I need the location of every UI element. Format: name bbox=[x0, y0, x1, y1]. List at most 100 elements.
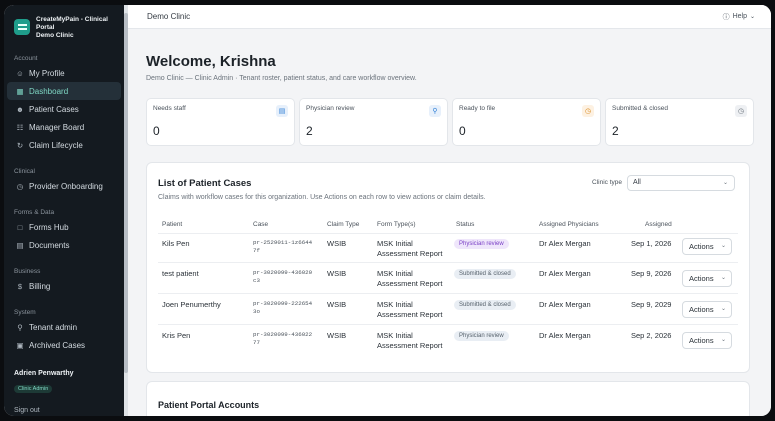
patient-name[interactable]: test patient bbox=[162, 269, 199, 279]
select-value: All bbox=[633, 179, 641, 186]
sidebar-item-label: Patient Cases bbox=[29, 104, 79, 114]
section-system: System bbox=[14, 309, 36, 316]
assigned-physician: Dr Alex Mergan bbox=[539, 239, 591, 248]
table-row[interactable]: Kils Pen pr-2529011-1z6644 7f WSIB MSK I… bbox=[158, 233, 738, 263]
sign-out-link[interactable]: Sign out bbox=[14, 407, 40, 414]
stat-label: Ready to file bbox=[459, 105, 496, 112]
column-header[interactable]: Case bbox=[253, 221, 268, 228]
section-business: Business bbox=[14, 268, 41, 275]
board-icon: ☷ bbox=[16, 122, 24, 132]
stat-card-submitted-closed[interactable]: Submitted & closed 2 ◷ bbox=[605, 98, 754, 146]
stat-label: Submitted & closed bbox=[612, 105, 669, 112]
clock-icon: ◷ bbox=[16, 181, 24, 191]
users-icon: ☻ bbox=[16, 104, 24, 114]
section-clinical: Clinical bbox=[14, 168, 35, 175]
assigned-physician: Dr Alex Mergan bbox=[539, 269, 591, 278]
form-type-line2: Assessment Report bbox=[377, 249, 443, 258]
column-header[interactable]: Claim Type bbox=[327, 221, 359, 228]
help-button[interactable]: ⓘ Help ⌄ bbox=[723, 12, 755, 22]
case-id-suffix: 77 bbox=[253, 339, 260, 346]
sidebar-item-label: Billing bbox=[29, 281, 51, 291]
table-row[interactable]: Kris Pen pr-3020099-436022 77 WSIB MSK I… bbox=[158, 326, 738, 356]
actions-label: Actions bbox=[689, 305, 714, 314]
archive-icon: ▣ bbox=[16, 340, 24, 350]
sidebar-item-billing[interactable]: $ Billing bbox=[7, 277, 121, 295]
patient-name[interactable]: Kils Pen bbox=[162, 239, 190, 249]
sidebar-item-label: Archived Cases bbox=[29, 340, 86, 350]
actions-button[interactable]: Actions ⌄ bbox=[682, 301, 732, 318]
chevron-down-icon: ⌄ bbox=[749, 14, 755, 20]
case-id-suffix: 3o bbox=[253, 308, 260, 315]
topbar: Demo Clinic ⓘ Help ⌄ bbox=[128, 5, 771, 29]
sidebar-item-documents[interactable]: ▤ Documents bbox=[7, 236, 121, 254]
form-type-line2: Assessment Report bbox=[377, 341, 443, 350]
filter-label: Clinic type bbox=[592, 179, 622, 186]
app-logo-icon bbox=[14, 19, 30, 35]
help-label: Help bbox=[732, 13, 747, 20]
user-name: Adrien Penwarthy bbox=[14, 370, 74, 377]
stat-card-ready-to-file[interactable]: Ready to file 0 ◷ bbox=[452, 98, 601, 146]
form-type: MSK Initial bbox=[377, 269, 413, 278]
column-header[interactable]: Form Type(s) bbox=[377, 221, 416, 228]
sidebar-item-claim-lifecycle[interactable]: ↻ Claim Lifecycle bbox=[7, 136, 121, 154]
form-type-line2: Assessment Report bbox=[377, 310, 443, 319]
dollar-icon: $ bbox=[17, 281, 23, 291]
folder-icon: □ bbox=[17, 222, 23, 232]
stat-label: Needs staff bbox=[153, 105, 186, 112]
main-content: Demo Clinic ⓘ Help ⌄ Welcome, Krishna Demo… bbox=[128, 5, 771, 416]
stat-card-needs-staff[interactable]: Needs staff 0 ▤ bbox=[146, 98, 295, 146]
stat-value: 0 bbox=[153, 124, 160, 138]
sidebar-item-patient-cases[interactable]: ☻ Patient Cases bbox=[7, 100, 121, 118]
patient-name[interactable]: Kris Pen bbox=[162, 331, 190, 341]
chevron-down-icon: ⌄ bbox=[722, 180, 728, 186]
user-card[interactable]: Adrien Penwarthy Clinic Admin bbox=[4, 370, 124, 395]
sidebar: CreateMyPain - Clinical Portal Demo Clin… bbox=[4, 5, 124, 416]
claim-type: WSIB bbox=[327, 239, 347, 248]
clinic-type-select[interactable]: All ⌄ bbox=[627, 175, 735, 191]
chevron-down-icon: ⌄ bbox=[720, 337, 726, 343]
actions-button[interactable]: Actions ⌄ bbox=[682, 332, 732, 349]
user-role-badge: Clinic Admin bbox=[14, 385, 53, 393]
sidebar-item-tenant-admin[interactable]: ⚲ Tenant admin bbox=[7, 318, 121, 336]
app-window: CreateMyPain - Clinical Portal Demo Clin… bbox=[4, 5, 771, 416]
table-row[interactable]: test patient pr-3020099-436020 c3 WSIB M… bbox=[158, 264, 738, 294]
table-row[interactable]: Joen Penumerthy pr-3020099-222654 3o WSI… bbox=[158, 295, 738, 325]
sidebar-item-profile[interactable]: ☺ My Profile bbox=[7, 64, 121, 82]
search-icon: ⚲ bbox=[429, 105, 441, 117]
sidebar-item-forms-hub[interactable]: □ Forms Hub bbox=[7, 218, 121, 236]
column-header[interactable]: Assigned bbox=[645, 221, 672, 228]
actions-button[interactable]: Actions ⌄ bbox=[682, 238, 732, 255]
actions-button[interactable]: Actions ⌄ bbox=[682, 270, 732, 287]
sidebar-item-provider-onboarding[interactable]: ◷ Provider Onboarding bbox=[7, 177, 121, 195]
form-type-line2: Assessment Report bbox=[377, 279, 443, 288]
column-header[interactable]: Patient bbox=[162, 221, 182, 228]
sidebar-item-label: Tenant admin bbox=[29, 322, 78, 332]
status-badge: Submitted & closed bbox=[454, 269, 516, 279]
claim-type: WSIB bbox=[327, 331, 347, 340]
claim-type: WSIB bbox=[327, 300, 347, 309]
column-header[interactable]: Assigned Physicians bbox=[539, 221, 599, 228]
sidebar-item-manager-board[interactable]: ☷ Manager Board bbox=[7, 118, 121, 136]
claim-type: WSIB bbox=[327, 269, 347, 278]
grid-icon: ▦ bbox=[16, 86, 24, 96]
case-id-suffix: 7f bbox=[253, 247, 260, 254]
patient-name[interactable]: Joen Penumerthy bbox=[162, 300, 221, 310]
page-subtitle: Demo Clinic — Clinic Admin · Tenant rost… bbox=[146, 75, 417, 82]
stat-value: 2 bbox=[612, 124, 619, 138]
clock-icon: ◷ bbox=[582, 105, 594, 117]
help-icon: ⓘ bbox=[722, 13, 730, 21]
document-icon: ▤ bbox=[16, 240, 24, 250]
sidebar-item-label: My Profile bbox=[29, 68, 65, 78]
form-type: MSK Initial bbox=[377, 300, 413, 309]
sidebar-item-label: Forms Hub bbox=[29, 222, 69, 232]
status-badge: Submitted & closed bbox=[454, 300, 516, 310]
stat-value: 0 bbox=[459, 124, 466, 138]
column-header[interactable]: Status bbox=[456, 221, 474, 228]
case-id: pr-3020099-222654 bbox=[253, 300, 313, 307]
user-icon: ☺ bbox=[16, 68, 24, 78]
stat-card-physician-review[interactable]: Physician review 2 ⚲ bbox=[299, 98, 448, 146]
brand[interactable]: CreateMyPain - Clinical Portal Demo Clin… bbox=[4, 5, 124, 47]
brand-clinic: Demo Clinic bbox=[36, 32, 74, 39]
sidebar-item-archived-cases[interactable]: ▣ Archived Cases bbox=[7, 336, 121, 354]
sidebar-item-dashboard[interactable]: ▦ Dashboard bbox=[7, 82, 121, 100]
